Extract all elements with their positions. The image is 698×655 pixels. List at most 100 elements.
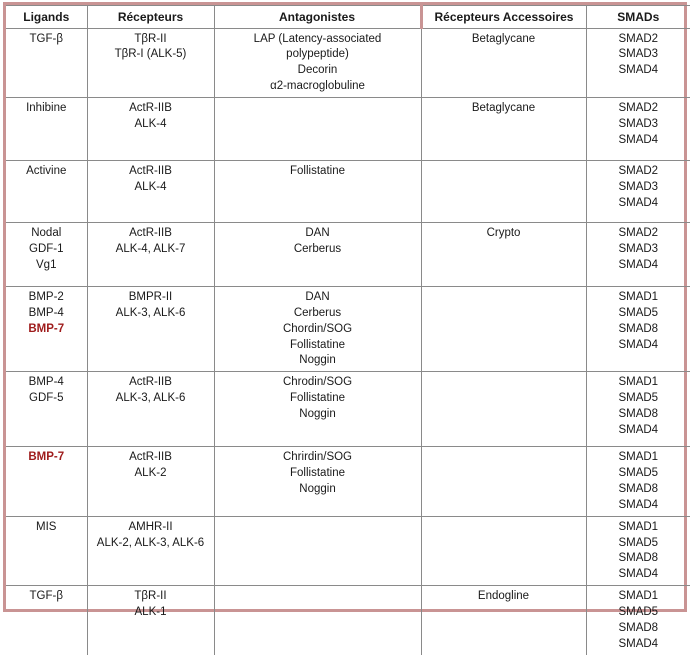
cell-line: Chordin/SOG — [282, 322, 353, 335]
cell-line: BMP-4 — [28, 306, 64, 319]
cell-line: SMAD4 — [618, 568, 659, 581]
cell-line: SMAD3 — [618, 48, 659, 61]
cell-line: SMAD2 — [618, 101, 659, 114]
cell-line: SMAD3 — [618, 180, 659, 193]
cell-line: LAP (Latency-associated — [253, 32, 382, 45]
cell-line: SMAD4 — [618, 338, 659, 351]
cell-line: Inhibine — [26, 101, 67, 114]
column-header-antagonists: Antagonistes — [213, 5, 423, 29]
cell-ligands: BMP-4 GDF-5 — [6, 371, 88, 448]
cell-antagonists — [213, 585, 422, 655]
cell-line: ALK-2, ALK-3, ALK-6 — [96, 536, 205, 549]
cell-line: Follistatine — [290, 164, 345, 177]
table-row: TGF-β TβR-II TβR-I (ALK-5) LAP (Latency-ass… — [6, 27, 690, 98]
cell-line: Activine — [26, 164, 67, 177]
cell-smads: SMAD2 SMAD3 SMAD4 — [585, 27, 690, 98]
cell-line: Chrodin/SOG — [282, 376, 353, 389]
cell-smads: SMAD2 SMAD3 SMAD4 — [585, 159, 690, 223]
cell-line: GDF-1 — [29, 242, 64, 255]
cell-line: polypeptide) — [286, 48, 349, 61]
cell-line: Cerberus — [293, 306, 342, 319]
cell-line: SMAD2 — [618, 32, 659, 45]
cell-line: SMAD8 — [618, 483, 659, 495]
cell-receptors: AMHR-II ALK-2, ALK-3, ALK-6 — [86, 515, 215, 587]
cell-receptors: BMPR-II ALK-3, ALK-6 — [86, 285, 215, 373]
cell-receptors: ActR-IIB ALK-4, ALK-7 — [86, 221, 215, 287]
cell-line: AMHR-II — [128, 520, 173, 533]
cell-line: SMAD2 — [618, 226, 659, 239]
cell-accessory-receptors — [420, 285, 587, 373]
cell-line: ALK-3, ALK-6 — [115, 392, 186, 405]
cell-smads: SMAD1 SMAD5 SMAD8 SMAD4 — [585, 446, 690, 517]
cell-smads: SMAD1 SMAD5 SMAD8 SMAD4 — [585, 371, 690, 448]
table-row: BMP-2 BMP-4 BMP-7 BMPR-II ALK-3, ALK-6 DAN Cer… — [6, 285, 690, 373]
cell-line: ALK-4 — [134, 117, 167, 130]
cell-antagonists — [213, 515, 422, 587]
cell-line: Cerberus — [293, 242, 342, 255]
cell-line: SMAD4 — [618, 196, 659, 209]
cell-line: SMAD4 — [618, 423, 659, 436]
cell-antagonists: Chrirdin/SOG Follistatine Noggin — [213, 446, 422, 517]
cell-line: SMAD3 — [618, 242, 659, 255]
cell-line: α2-macroglobuline — [270, 80, 365, 93]
cell-smads: SMAD1 SMAD5 SMAD8 SMAD4 — [585, 285, 690, 373]
cell-ligands: TGF-β — [6, 585, 88, 655]
cell-line: SMAD8 — [618, 621, 659, 634]
cell-ligands: TGF-β — [6, 27, 88, 98]
table-row: TGF-β TβR-II ALK-1 Endogline SMAD1 SMAD5 SMAD8… — [6, 585, 690, 655]
cell-line: SMAD5 — [618, 536, 659, 549]
cell-accessory-receptors: Endogline — [420, 585, 587, 655]
cell-line: SMAD4 — [618, 258, 659, 271]
cell-line: Vg1 — [36, 258, 57, 271]
cell-line: GDF-5 — [29, 392, 64, 405]
cell-smads: SMAD1 SMAD5 SMAD8 SMAD4 — [585, 515, 690, 587]
cell-ligands: Inhibine — [6, 96, 88, 161]
cell-line: SMAD5 — [618, 306, 659, 319]
cell-line: ActR-IIB — [129, 101, 172, 114]
tgf-beta-signaling-table: Ligands Récepteurs Antagonistes Récepteu… — [6, 5, 690, 655]
cell-line: Crypto — [486, 226, 521, 239]
table-frame: Ligands Récepteurs Antagonistes Récepteu… — [3, 2, 690, 655]
cell-line: ActR-IIB — [129, 376, 172, 389]
column-header-accessory-receptors: Récepteurs Accessoires — [420, 5, 587, 29]
cell-line: SMAD4 — [618, 498, 659, 511]
table-body: TGF-β TβR-II TβR-I (ALK-5) LAP (Latency-ass… — [6, 27, 690, 655]
cell-line: DAN — [305, 290, 330, 303]
column-header-receptors: Récepteurs — [86, 5, 215, 29]
cell-line: Follistatine — [290, 338, 345, 351]
cell-line: SMAD4 — [618, 64, 659, 77]
table-row: Activine ActR-IIB ALK-4 Follistatine SMAD2 SM… — [6, 159, 690, 223]
cell-line: SMAD5 — [618, 467, 659, 480]
cell-receptors: ActR-IIB ALK-2 — [86, 446, 215, 517]
cell-receptors: ActR-IIB ALK-3, ALK-6 — [86, 371, 215, 448]
cell-line: Betaglycane — [471, 101, 536, 114]
cell-line: TGF-β — [29, 32, 63, 45]
cell-accessory-receptors — [420, 446, 587, 517]
cell-line: TβR-I (ALK-5) — [114, 48, 187, 61]
highlighted-ligand: BMP-7 — [28, 451, 65, 464]
cell-ligands: Nodal GDF-1 Vg1 — [6, 221, 88, 287]
cell-antagonists: LAP (Latency-associated polypeptide) Decor… — [213, 27, 422, 98]
cell-antagonists: Chrodin/SOG Follistatine Noggin — [213, 371, 422, 448]
cell-line: Decorin — [297, 64, 338, 77]
table-row: BMP-4 GDF-5 ActR-IIB ALK-3, ALK-6 Chrodin/SO… — [6, 371, 690, 448]
cell-line: SMAD1 — [618, 520, 659, 533]
cell-receptors: TβR-II ALK-1 — [86, 585, 215, 655]
cell-line: BMPR-II — [128, 290, 173, 303]
cell-smads: SMAD1 SMAD5 SMAD8 SMAD4 — [585, 585, 690, 655]
cell-line: TβR-II — [134, 590, 167, 603]
cell-line: ALK-1 — [134, 606, 167, 619]
cell-line: SMAD4 — [618, 637, 659, 650]
cell-antagonists: Follistatine — [213, 159, 422, 223]
cell-line: TβR-II — [134, 32, 167, 45]
cell-accessory-receptors: Crypto — [420, 221, 587, 287]
table-row: Nodal GDF-1 Vg1 ActR-IIB ALK-4, ALK-7 DAN Cerb… — [6, 221, 690, 287]
cell-line: DAN — [305, 226, 330, 239]
cell-accessory-receptors — [420, 159, 587, 223]
cell-line: SMAD5 — [618, 392, 659, 405]
cell-ligands: BMP-2 BMP-4 BMP-7 — [6, 285, 88, 373]
cell-receptors: ActR-IIB ALK-4 — [86, 96, 215, 161]
cell-line: SMAD2 — [618, 164, 659, 177]
cell-line: Betaglycane — [471, 32, 536, 45]
column-header-smads: SMADs — [585, 5, 690, 29]
